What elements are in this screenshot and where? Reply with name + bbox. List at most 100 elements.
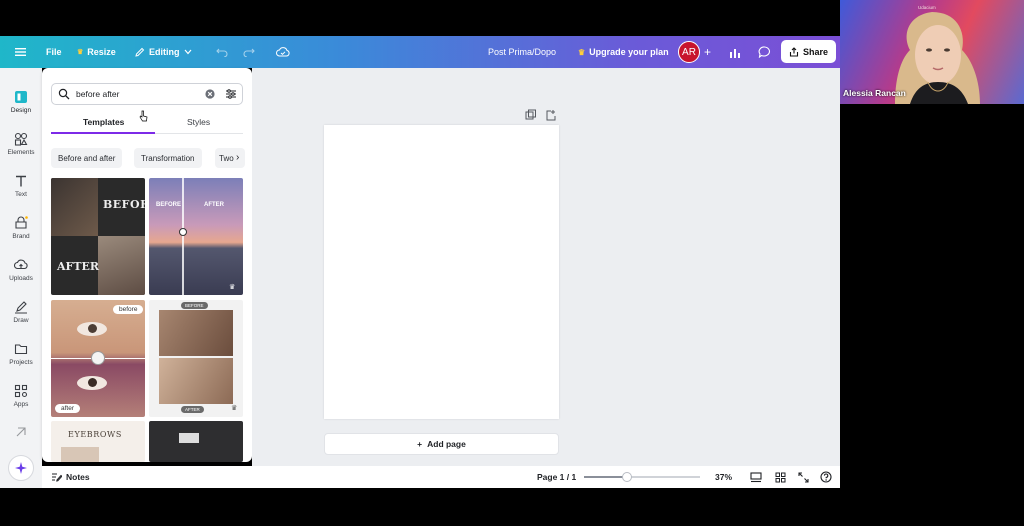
- redo-button[interactable]: [243, 36, 255, 68]
- user-avatar[interactable]: AR: [678, 41, 700, 63]
- invite-button[interactable]: +: [704, 36, 711, 68]
- top-toolbar: File ♛ Resize Editing Post Prima/Dopo ♛ …: [0, 36, 840, 68]
- design-page[interactable]: [324, 125, 559, 419]
- rail-item-elements[interactable]: Elements: [0, 124, 42, 164]
- menu-button[interactable]: [15, 36, 26, 68]
- thumb-photo: [51, 178, 98, 236]
- duplicate-page-icon[interactable]: [525, 109, 537, 121]
- add-page-label: Add page: [427, 439, 466, 449]
- uploads-icon: [14, 259, 28, 270]
- tab-styles[interactable]: Styles: [187, 117, 210, 127]
- help-icon: [820, 471, 832, 483]
- thumb-after-text: AFTER: [57, 260, 100, 273]
- upgrade-plan-button[interactable]: ♛ Upgrade your plan: [578, 36, 669, 68]
- file-menu[interactable]: File: [46, 36, 62, 68]
- search-icon: [58, 88, 70, 100]
- zoom-level[interactable]: 37%: [715, 466, 732, 488]
- resize-button[interactable]: ♛ Resize: [77, 36, 116, 68]
- zoom-slider[interactable]: [584, 472, 700, 482]
- template-thumb-6[interactable]: [149, 421, 243, 462]
- thumb-photo: [179, 433, 199, 443]
- share-button[interactable]: Share: [781, 40, 836, 63]
- chips-scroll-right-icon[interactable]: ›: [236, 152, 239, 163]
- fullscreen-button[interactable]: [798, 466, 809, 488]
- thumb-before-text: BEFORE: [103, 198, 145, 211]
- chip-transformation[interactable]: Transformation: [134, 148, 202, 168]
- template-thumb-1[interactable]: BEFORE AFTER: [51, 178, 145, 295]
- rail-label-apps: Apps: [13, 401, 29, 408]
- rail-item-apps[interactable]: Apps: [0, 376, 42, 416]
- iris-shape: [88, 324, 97, 333]
- split-handle: [91, 351, 105, 365]
- plus-icon: +: [704, 45, 712, 59]
- undo-icon: [216, 48, 228, 57]
- help-button[interactable]: [820, 466, 832, 488]
- chip-two[interactable]: Two: [215, 148, 245, 168]
- mouse-cursor-icon: [139, 110, 148, 122]
- page-indicator[interactable]: Page 1 / 1: [537, 466, 576, 488]
- magic-assistant-button[interactable]: [8, 455, 34, 481]
- cloud-save-button[interactable]: [276, 36, 290, 68]
- apps-icon: [14, 384, 28, 398]
- add-page-button[interactable]: + Add page: [324, 433, 559, 455]
- add-page-icon[interactable]: [545, 109, 557, 121]
- rail-item-brand[interactable]: Brand: [0, 208, 42, 248]
- thumb-title-text: EYEBROWS: [68, 430, 122, 439]
- comment-icon: [758, 46, 771, 58]
- tab-divider: [155, 133, 243, 134]
- template-thumb-5[interactable]: EYEBROWS: [51, 421, 145, 462]
- template-thumb-4[interactable]: BEFORE AFTER ♛: [149, 300, 243, 417]
- comments-button[interactable]: [758, 36, 771, 68]
- insights-button[interactable]: [729, 36, 741, 68]
- document-title-text: Post Prima/Dopo: [488, 47, 557, 57]
- pencil-icon: [135, 47, 145, 57]
- thumb-photo: [98, 236, 145, 295]
- webcam-top-caption: Udacium: [918, 5, 936, 10]
- rail-label-text: Text: [15, 191, 27, 198]
- rail-label-brand: Brand: [12, 233, 30, 240]
- pages-view-button[interactable]: [750, 466, 762, 488]
- tab-templates[interactable]: Templates: [83, 117, 124, 127]
- rail-item-more[interactable]: [0, 412, 42, 452]
- clear-search-icon[interactable]: [205, 89, 215, 99]
- zoom-slider-knob[interactable]: [621, 472, 632, 482]
- thumb-after-text: after: [55, 404, 81, 413]
- thumb-photo: [159, 358, 233, 404]
- rail-label-uploads: Uploads: [9, 275, 33, 282]
- file-label: File: [46, 47, 62, 57]
- rail-item-draw[interactable]: Draw: [0, 292, 42, 332]
- editing-dropdown[interactable]: Editing: [134, 36, 192, 68]
- left-rail: Design Elements Text Brand Uploads Draw …: [0, 68, 42, 488]
- editing-label: Editing: [149, 47, 180, 57]
- template-thumb-3[interactable]: before after: [51, 300, 145, 417]
- template-thumb-2[interactable]: BEFORE AFTER ♛: [149, 178, 243, 295]
- sparkle-icon: [15, 462, 27, 474]
- grid-view-button[interactable]: [775, 466, 786, 488]
- top-black-band: [0, 0, 840, 36]
- filter-icon[interactable]: [225, 88, 237, 100]
- chip-label: Before and after: [58, 153, 116, 163]
- undo-button[interactable]: [216, 36, 228, 68]
- hamburger-icon: [15, 48, 26, 56]
- chip-before-and-after[interactable]: Before and after: [51, 148, 123, 168]
- zoom-slider-fill: [584, 476, 627, 478]
- document-title[interactable]: Post Prima/Dopo: [488, 36, 556, 68]
- template-search-box[interactable]: before after: [51, 83, 243, 105]
- notes-icon: [52, 473, 62, 482]
- share-label: Share: [802, 46, 828, 57]
- search-input[interactable]: before after: [76, 89, 119, 99]
- notes-button[interactable]: Notes: [51, 466, 90, 488]
- rail-label-elements: Elements: [7, 149, 35, 156]
- iris-shape: [88, 378, 97, 387]
- thumb-photo: [159, 310, 233, 356]
- rail-item-uploads[interactable]: Uploads: [0, 250, 42, 290]
- design-icon: [15, 91, 27, 103]
- rail-item-projects[interactable]: Projects: [0, 334, 42, 374]
- rail-item-design[interactable]: Design: [0, 82, 42, 122]
- rail-item-text[interactable]: Text: [0, 166, 42, 206]
- share-icon: [789, 46, 799, 57]
- cloud-check-icon: [276, 47, 290, 57]
- grid-view-icon: [775, 472, 786, 482]
- pages-view-icon: [750, 471, 762, 482]
- thumb-before-text: before: [113, 305, 144, 314]
